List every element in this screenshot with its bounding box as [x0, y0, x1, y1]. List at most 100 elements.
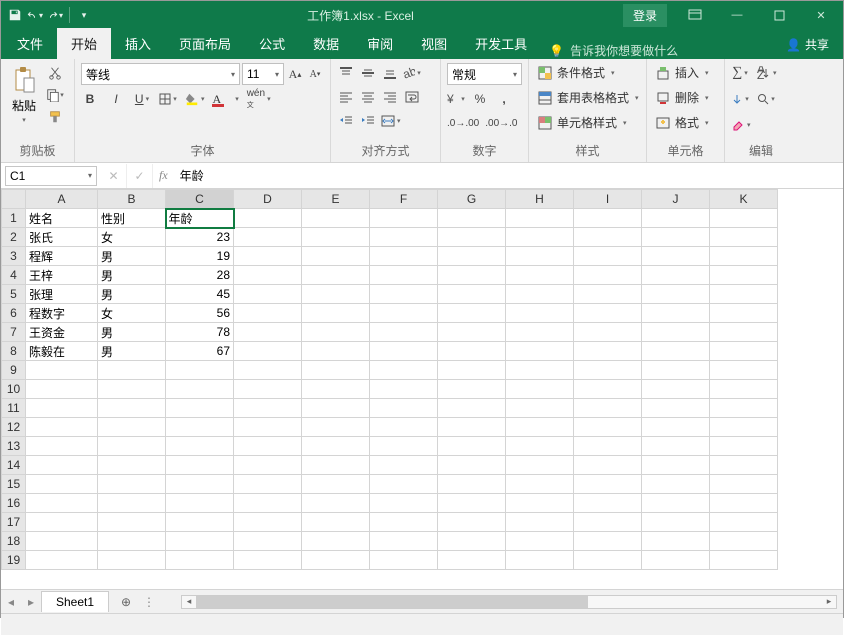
- align-bottom-icon[interactable]: [381, 63, 399, 83]
- cell[interactable]: [710, 418, 778, 437]
- cell[interactable]: [370, 513, 438, 532]
- row-header[interactable]: 10: [2, 380, 26, 399]
- cell[interactable]: 程数字: [26, 304, 98, 323]
- cell[interactable]: 男: [98, 285, 166, 304]
- cell[interactable]: [302, 228, 370, 247]
- cell[interactable]: 年龄: [166, 209, 234, 228]
- cell[interactable]: [710, 456, 778, 475]
- cell[interactable]: [234, 209, 302, 228]
- cell[interactable]: [710, 266, 778, 285]
- cell[interactable]: [438, 418, 506, 437]
- cell[interactable]: [26, 361, 98, 380]
- cell[interactable]: [98, 475, 166, 494]
- cell[interactable]: [642, 285, 710, 304]
- row-header[interactable]: 19: [2, 551, 26, 570]
- increase-font-icon[interactable]: A▴: [286, 64, 304, 84]
- cell[interactable]: [642, 209, 710, 228]
- cell[interactable]: [370, 361, 438, 380]
- cell[interactable]: [710, 399, 778, 418]
- cancel-formula-icon[interactable]: ✕: [101, 164, 127, 188]
- tab-formula[interactable]: 公式: [245, 28, 299, 59]
- cell[interactable]: 陈毅在: [26, 342, 98, 361]
- cell[interactable]: [438, 342, 506, 361]
- cell[interactable]: [506, 285, 574, 304]
- cell[interactable]: [710, 513, 778, 532]
- cell[interactable]: [98, 494, 166, 513]
- cell[interactable]: [506, 266, 574, 285]
- row-header[interactable]: 5: [2, 285, 26, 304]
- cell[interactable]: 男: [98, 342, 166, 361]
- cell[interactable]: [302, 209, 370, 228]
- row-header[interactable]: 11: [2, 399, 26, 418]
- cell[interactable]: [642, 342, 710, 361]
- cell[interactable]: [166, 532, 234, 551]
- cell[interactable]: [574, 437, 642, 456]
- cell[interactable]: [370, 532, 438, 551]
- cell[interactable]: [642, 551, 710, 570]
- tab-split-handle[interactable]: ⋮: [137, 595, 161, 609]
- cell[interactable]: [302, 304, 370, 323]
- col-header[interactable]: I: [574, 190, 642, 209]
- cell[interactable]: [26, 513, 98, 532]
- cell[interactable]: [302, 494, 370, 513]
- cell[interactable]: 张理: [26, 285, 98, 304]
- cell[interactable]: [642, 304, 710, 323]
- cell[interactable]: [574, 342, 642, 361]
- cell[interactable]: [642, 380, 710, 399]
- cell[interactable]: [302, 247, 370, 266]
- cell[interactable]: [370, 437, 438, 456]
- row-header[interactable]: 12: [2, 418, 26, 437]
- cell[interactable]: [506, 532, 574, 551]
- save-icon[interactable]: [7, 7, 23, 23]
- format-cells-button[interactable]: 格式▾: [653, 113, 711, 132]
- maximize-icon[interactable]: [759, 1, 799, 29]
- cell[interactable]: [166, 380, 234, 399]
- cell[interactable]: [574, 209, 642, 228]
- tab-data[interactable]: 数据: [299, 28, 353, 59]
- align-left-icon[interactable]: [337, 87, 355, 107]
- font-name-select[interactable]: 等线▾: [81, 63, 240, 85]
- paste-button[interactable]: 粘贴 ▾: [7, 63, 41, 126]
- col-header[interactable]: J: [642, 190, 710, 209]
- cell[interactable]: [370, 494, 438, 513]
- cell[interactable]: 67: [166, 342, 234, 361]
- row-header[interactable]: 4: [2, 266, 26, 285]
- format-painter-icon[interactable]: [45, 107, 65, 127]
- cell[interactable]: [302, 418, 370, 437]
- cell[interactable]: [26, 380, 98, 399]
- cell[interactable]: [710, 437, 778, 456]
- login-button[interactable]: 登录: [623, 4, 667, 27]
- cell[interactable]: [710, 209, 778, 228]
- align-middle-icon[interactable]: [359, 63, 377, 83]
- undo-icon[interactable]: ▾: [27, 7, 43, 23]
- tab-file[interactable]: 文件: [1, 28, 57, 59]
- col-header[interactable]: D: [234, 190, 302, 209]
- cell[interactable]: [438, 437, 506, 456]
- table-format-button[interactable]: 套用表格格式▾: [535, 88, 641, 107]
- cell[interactable]: [506, 551, 574, 570]
- cell[interactable]: [302, 361, 370, 380]
- share-button[interactable]: 👤共享: [772, 30, 843, 59]
- row-header[interactable]: 8: [2, 342, 26, 361]
- comma-icon[interactable]: ,: [495, 89, 513, 109]
- cell[interactable]: [26, 456, 98, 475]
- cell[interactable]: [574, 475, 642, 494]
- cell[interactable]: [438, 532, 506, 551]
- cell[interactable]: [642, 494, 710, 513]
- cell[interactable]: [26, 551, 98, 570]
- cell[interactable]: [574, 532, 642, 551]
- col-header[interactable]: A: [26, 190, 98, 209]
- cell[interactable]: [234, 380, 302, 399]
- row-header[interactable]: 9: [2, 361, 26, 380]
- cell[interactable]: [506, 399, 574, 418]
- cell[interactable]: [710, 323, 778, 342]
- cell[interactable]: [438, 380, 506, 399]
- cell[interactable]: [574, 551, 642, 570]
- insert-cells-button[interactable]: 插入▾: [653, 63, 711, 82]
- cell[interactable]: [98, 532, 166, 551]
- tab-scroll-left[interactable]: ◂: [1, 595, 21, 609]
- delete-cells-button[interactable]: 删除▾: [653, 88, 711, 107]
- cell[interactable]: [574, 380, 642, 399]
- cell[interactable]: [98, 380, 166, 399]
- row-header[interactable]: 6: [2, 304, 26, 323]
